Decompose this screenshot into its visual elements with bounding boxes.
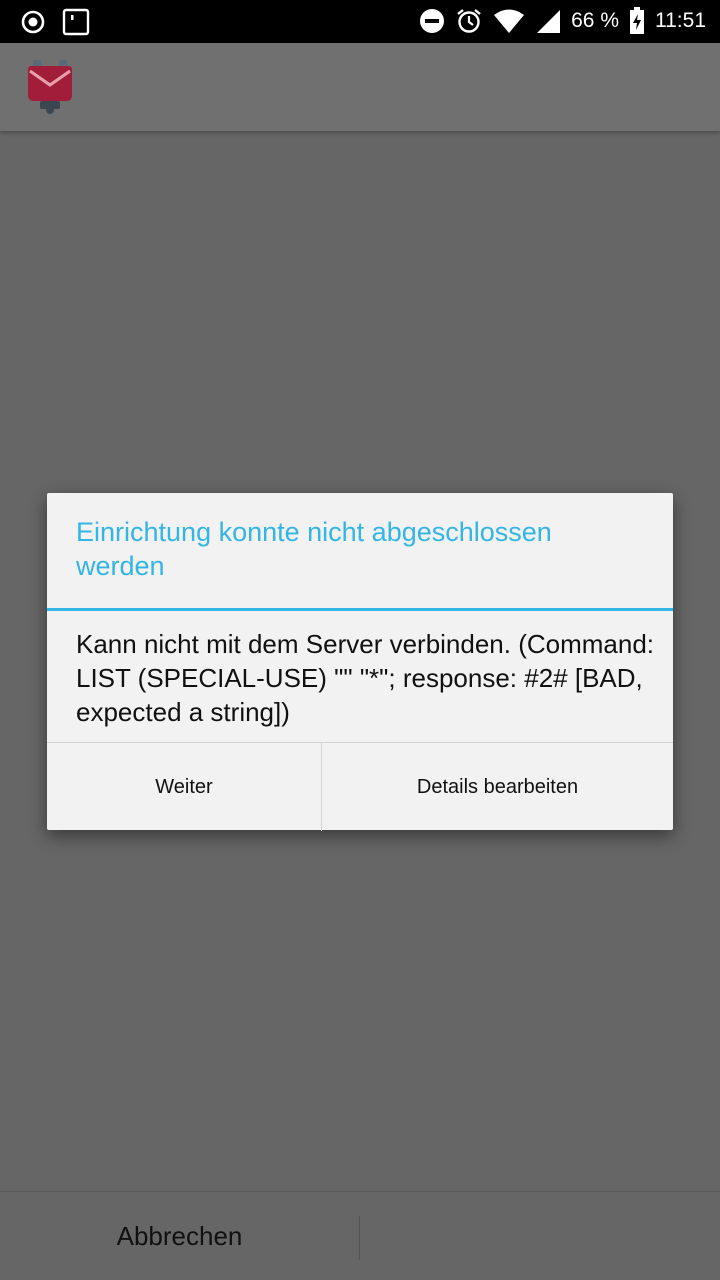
k9-mail-logo-icon xyxy=(24,59,76,115)
bottom-divider xyxy=(359,1216,360,1260)
battery-charging-icon xyxy=(629,7,645,35)
signal-icon xyxy=(535,8,561,34)
dialog-title: Einrichtung konnte nicht abgeschlossen w… xyxy=(76,517,552,581)
edit-details-button[interactable]: Details bearbeiten xyxy=(322,743,673,831)
alarm-icon xyxy=(455,7,483,35)
do-not-disturb-icon xyxy=(419,8,445,34)
record-icon xyxy=(20,9,46,35)
battery-percent: 66 % xyxy=(571,9,619,32)
screenshot-icon xyxy=(62,8,90,36)
status-bar: 66 % 11:51 xyxy=(0,0,720,43)
clock: 11:51 xyxy=(655,9,706,32)
app-bar xyxy=(0,43,720,131)
continue-button[interactable]: Weiter xyxy=(47,743,322,831)
dialog-title-divider xyxy=(47,608,673,611)
cancel-button[interactable]: Abbrechen xyxy=(0,1192,359,1280)
screen: 66 % 11:51 Einrichtung konnte nicht abge… xyxy=(0,0,720,1280)
wifi-icon xyxy=(493,8,525,34)
dialog-button-row: Weiter Details bearbeiten xyxy=(47,742,673,831)
dialog-message: Kann nicht mit dem Server verbinden. (Co… xyxy=(76,629,655,727)
error-dialog: Einrichtung konnte nicht abgeschlossen w… xyxy=(47,493,673,831)
bottom-bar: Abbrechen xyxy=(0,1191,720,1280)
